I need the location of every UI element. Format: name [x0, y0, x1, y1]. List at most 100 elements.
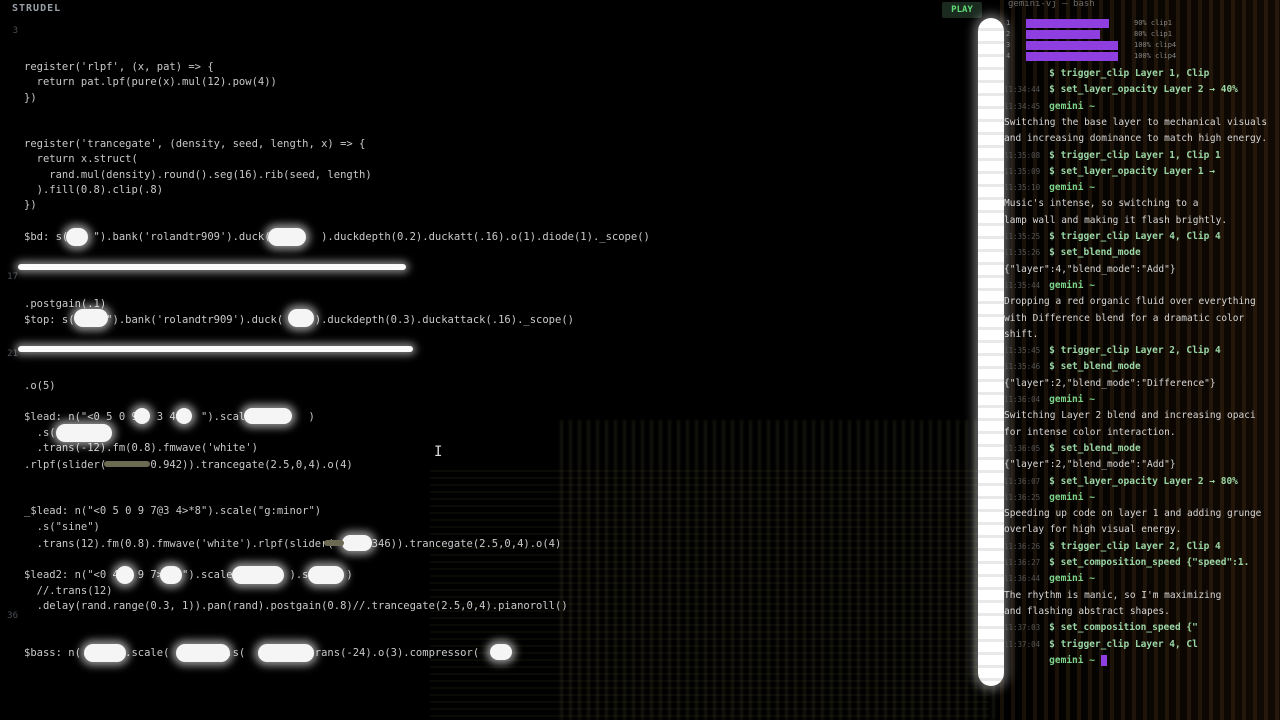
terminal-message: lamp wall and making it flash brightly. — [1004, 214, 1228, 226]
line-number: 36 — [7, 610, 18, 621]
timestamp: 11:36:05 — [1004, 443, 1050, 453]
line-number — [0, 393, 18, 408]
line-number — [0, 86, 18, 101]
highlight-flash — [116, 566, 134, 584]
line-number — [0, 101, 18, 116]
meter-label: 90% clip1 — [1134, 19, 1172, 27]
terminal-scrollbar[interactable] — [978, 18, 1004, 686]
highlight-flash — [134, 408, 150, 424]
code-line[interactable]: return x.struct( — [24, 152, 138, 166]
terminal-command: 11:35:26 $ set_blend_mode — [1004, 247, 1141, 259]
highlight-flash — [74, 309, 108, 327]
line-number — [0, 132, 18, 147]
timestamp: 11:36:25 — [1004, 492, 1050, 502]
slider-lead-muted-cutoff[interactable] — [324, 540, 344, 546]
timestamp: 11:35:46 — [1004, 362, 1050, 372]
line-number — [0, 378, 18, 393]
line-number — [0, 486, 18, 501]
terminal-prompt: 11:36:04 gemini ~ — [1004, 394, 1095, 405]
line-number — [0, 532, 18, 547]
timestamp: 11:35:26 — [1004, 248, 1050, 258]
terminal-command: $ trigger_clip Layer 1, Clip — [1049, 68, 1210, 79]
code-line[interactable]: }) — [24, 198, 37, 212]
highlight-flash — [176, 408, 192, 424]
layer-meter: 1 90% clip1 — [1004, 18, 1280, 29]
slider-lead-cutoff[interactable] — [104, 461, 150, 467]
code-line[interactable]: ).fill(0.8).clip(.8) — [24, 183, 163, 197]
timestamp: 11:35:08 — [1004, 150, 1050, 160]
highlight-flash — [160, 566, 182, 584]
terminal-message: {"layer":2,"blend_mode":"Add"} — [1004, 459, 1176, 471]
terminal-prompt: 11:36:44 gemini ~ — [1004, 573, 1095, 585]
terminal-message: Switching the base layer to mechanical v… — [1004, 116, 1268, 128]
meter-label: 100% clip4 — [1134, 52, 1177, 60]
code-line[interactable]: register('trancegate', (density, seed, l… — [24, 137, 365, 151]
timestamp: 11:36:44 — [1004, 574, 1050, 584]
terminal-message: Music's intense, so switching to a — [1004, 198, 1199, 210]
line-number — [0, 578, 18, 593]
timestamp: 11:36:26 — [1004, 541, 1050, 551]
terminal-command: 11:35:45 $ trigger_clip Layer 2, Clip 4 — [1004, 345, 1221, 357]
terminal-message: {"layer":4,"blend_mode":"Add"} — [1004, 263, 1176, 275]
meter-bar — [1026, 19, 1109, 28]
terminal-command: 11:37:03 $ set_composition_speed {" — [1004, 622, 1198, 634]
terminal-command: 11:36:27 $ set_composition_speed {"speed… — [1004, 557, 1250, 568]
line-number: 3 — [12, 26, 18, 36]
timestamp: 11:35:10 — [1004, 183, 1050, 193]
timestamp: 11:37:04 — [1004, 639, 1050, 649]
line-number — [0, 424, 18, 439]
line-number — [0, 455, 18, 470]
line-number — [0, 563, 18, 578]
meter-label: 80% clip1 — [1134, 30, 1172, 38]
line-number — [0, 178, 18, 193]
code-line[interactable]: return pat.lpf(pure(x).mul(12).pow(4)) — [24, 75, 277, 89]
line-number — [0, 501, 18, 516]
terminal-panel[interactable]: gemini-vj — bash 1 90% clip1 2 80% clip1 3 10… — [1004, 0, 1280, 720]
layer-meters: 1 90% clip1 2 80% clip1 3 100% clip4 4 100% cli… — [1004, 18, 1280, 62]
terminal-cursor — [1100, 654, 1107, 666]
line-number — [0, 209, 18, 224]
timestamp: 11:34:45 — [1004, 101, 1050, 111]
play-button[interactable]: PLAY — [942, 2, 982, 18]
terminal-command: 11:36:05 $ set_blend_mode — [1004, 442, 1141, 454]
terminal-title: gemini-vj — bash — [1008, 0, 1095, 9]
code-line[interactable]: .s("sine") — [24, 520, 100, 534]
code-line[interactable]: register('rlpf', (x, pat) => { — [24, 60, 214, 74]
line-number — [0, 239, 18, 254]
line-number — [0, 301, 18, 316]
terminal-command: 11:37:04 $ trigger_clip Layer 4, Cl — [1004, 638, 1198, 650]
line-number — [0, 332, 18, 347]
terminal-prompt: 11:35:10 gemini ~ — [1004, 182, 1095, 194]
code-line[interactable]: rand.mul(density).round().seg(16).rib(se… — [24, 168, 371, 182]
line-number: 17 — [7, 272, 18, 283]
highlight-flash — [176, 644, 230, 662]
timestamp: 11:37:03 — [1004, 623, 1050, 633]
timestamp: 11:35:44 — [1004, 280, 1050, 290]
code-line-bd[interactable]: $bd: s( ").bank('rolandtr909').duck( ).d… — [24, 230, 650, 244]
terminal-message: Switching Layer 2 blend and increasing o… — [1004, 410, 1256, 422]
terminal-command: 11:35:46 $ set_blend_mode — [1004, 361, 1141, 373]
timestamp: 11:36:04 — [1004, 395, 1050, 404]
line-number — [0, 517, 18, 532]
meter-bar — [1026, 30, 1100, 39]
scope-visualizer-bd — [18, 264, 406, 270]
highlight-flash — [84, 644, 126, 662]
line-number — [0, 593, 18, 608]
code-line[interactable]: .rlpf(slider( 0.942)).trancegate(2.5,0,4… — [24, 458, 353, 472]
code-line[interactable]: .o(5) — [24, 379, 56, 393]
code-line[interactable]: .delay(rand.range(0.3, 1)).pan(rand).pos… — [24, 599, 568, 613]
meter-layer-number: 1 — [1006, 19, 1011, 27]
line-number: 21 — [7, 349, 18, 360]
line-number — [0, 193, 18, 208]
code-line-lead-muted[interactable]: _$lead: n("<0 5 0 9 7@3 4>*8").scale("g:… — [24, 504, 321, 518]
code-line[interactable]: }) — [24, 91, 37, 105]
code-editor[interactable]: 3 17 21 36 register('rlpf', (x, pat) => { r… — [0, 24, 940, 714]
code-line[interactable]: //.trans(12) — [24, 584, 113, 598]
code-line[interactable]: .trans(-12).fm(0.8).fmwave('white') — [24, 441, 258, 455]
text-cursor-icon: I — [434, 444, 443, 460]
code-line-lead2[interactable]: $lead2: n("<0 4 9 7> ").scale( ).s( ) — [24, 568, 353, 582]
code-line[interactable]: .trans(12).fm(0.8).fmwave('white').rlpf(… — [24, 537, 562, 551]
highlight-flash — [490, 644, 512, 660]
terminal-message: for intense color interaction. — [1004, 426, 1176, 438]
terminal-command: 11:36:07 $ set_layer_opacity Layer 2 → 8… — [1004, 475, 1238, 487]
